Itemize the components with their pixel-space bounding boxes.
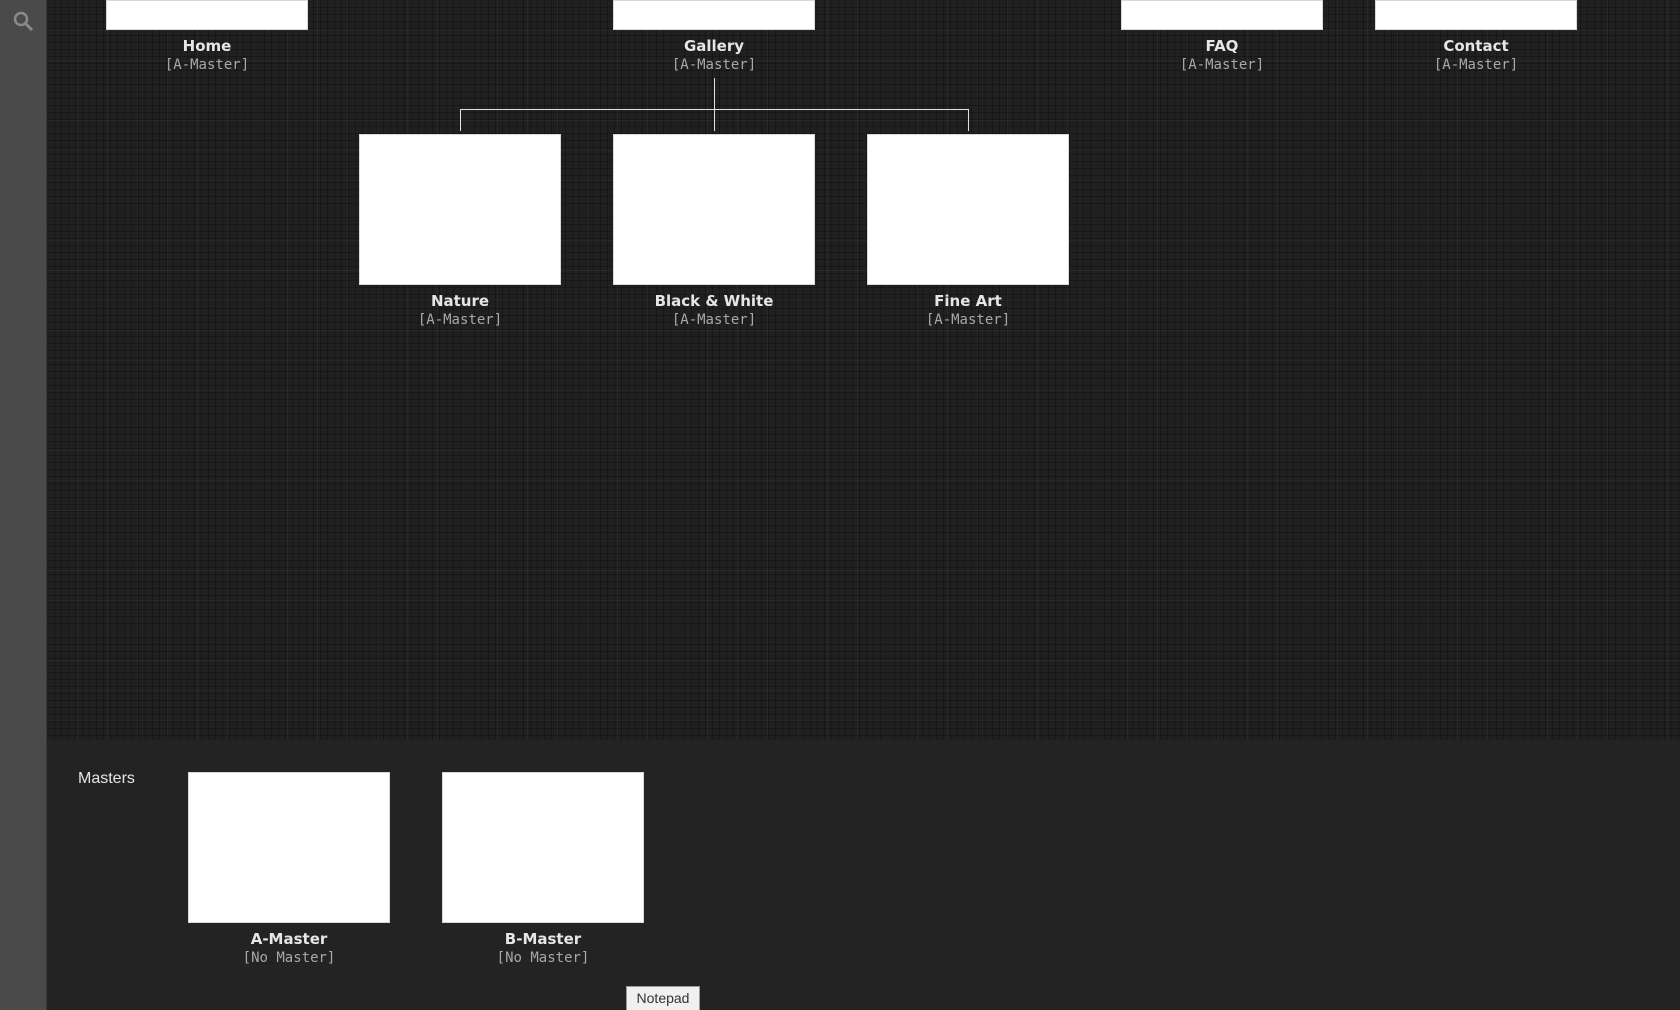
master-parent: [No Master] [496, 950, 590, 966]
page-master: [A-Master] [1433, 57, 1519, 73]
master-title: A-Master [250, 930, 328, 948]
page-master: [A-Master] [671, 57, 757, 73]
page-thumbnail[interactable] [359, 134, 561, 285]
page-title: Black & White [654, 292, 774, 310]
connector-fine-art [968, 109, 969, 131]
master-node-b[interactable]: B-Master [No Master] [442, 772, 644, 968]
page-thumbnail[interactable] [867, 134, 1069, 285]
page-title: FAQ [1205, 37, 1239, 55]
page-title: Contact [1443, 37, 1509, 55]
page-thumbnail[interactable] [613, 0, 815, 30]
page-master: [A-Master] [417, 312, 503, 328]
master-title: B-Master [504, 930, 582, 948]
page-node-fine-art[interactable]: Fine Art [A-Master] [867, 134, 1069, 330]
page-master: [A-Master] [925, 312, 1011, 328]
master-thumbnail[interactable] [188, 772, 390, 923]
page-node-nature[interactable]: Nature [A-Master] [359, 134, 561, 330]
page-title: Nature [430, 292, 490, 310]
master-node-a[interactable]: A-Master [No Master] [188, 772, 390, 968]
sitemap-canvas[interactable] [47, 0, 1680, 740]
page-node-contact[interactable]: Contact [A-Master] [1375, 0, 1577, 75]
page-title: Home [182, 37, 232, 55]
zoom-icon[interactable] [12, 10, 34, 32]
connector-black-white [714, 109, 715, 131]
master-parent: [No Master] [242, 950, 336, 966]
page-node-black-white[interactable]: Black & White [A-Master] [613, 134, 815, 330]
page-title: Gallery [683, 37, 745, 55]
masters-heading: Masters [78, 770, 135, 787]
page-title: Fine Art [934, 292, 1002, 310]
page-master: [A-Master] [164, 57, 250, 73]
page-thumbnail[interactable] [1121, 0, 1323, 30]
page-master: [A-Master] [671, 312, 757, 328]
page-node-gallery[interactable]: Gallery [A-Master] [613, 0, 815, 75]
page-thumbnail[interactable] [106, 0, 308, 30]
connector-nature [460, 109, 461, 131]
left-toolbar [0, 0, 47, 1010]
page-master: [A-Master] [1179, 57, 1265, 73]
page-thumbnail[interactable] [1375, 0, 1577, 30]
notepad-button[interactable]: Notepad [626, 986, 700, 1010]
master-thumbnail[interactable] [442, 772, 644, 923]
page-thumbnail[interactable] [613, 134, 815, 285]
page-node-faq[interactable]: FAQ [A-Master] [1121, 0, 1323, 75]
page-node-home[interactable]: Home [A-Master] [106, 0, 308, 75]
connector-gallery-stem [714, 78, 715, 109]
